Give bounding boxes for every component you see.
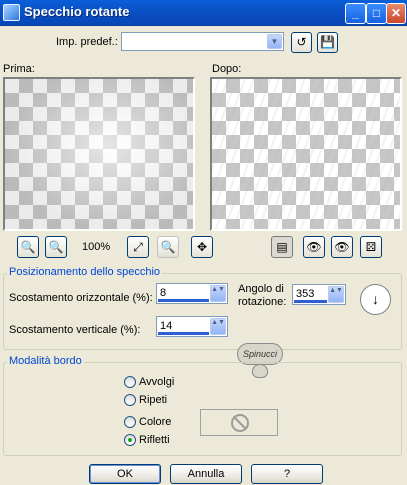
horizontal-offset-value: 8 (160, 287, 167, 299)
pan-button[interactable]: ✥ (191, 236, 213, 258)
locate-button[interactable]: 🔍 (157, 236, 179, 258)
ok-button[interactable]: OK (89, 464, 161, 484)
before-preview[interactable] (3, 77, 195, 231)
rotation-angle-field[interactable]: 353 ▲▼ (292, 284, 346, 305)
reset-preset-button[interactable]: ↺ (291, 32, 312, 53)
edge-group-title: Modalità bordo (7, 355, 84, 367)
vertical-offset-field[interactable]: 14 ▲▼ (156, 316, 228, 337)
radio-wrap[interactable] (124, 376, 136, 389)
before-label: Prima: (3, 63, 35, 75)
dialog-window: Specchio rotante _ □ ✕ Imp. predef.: ▼ ↺… (0, 0, 407, 485)
edge-option-label: Rifletti (139, 434, 170, 446)
after-preview[interactable] (210, 77, 402, 231)
horizontal-offset-label: Scostamento orizzontale (%): (9, 292, 153, 304)
preset-label: Imp. predef.: (56, 36, 118, 48)
zoom-out-button[interactable]: 🔍 (17, 236, 39, 258)
edge-option-label: Colore (139, 416, 172, 428)
zoom-level: 100% (82, 241, 111, 253)
cancel-button[interactable]: Annulla (170, 464, 242, 484)
app-icon (3, 4, 20, 21)
angle-label-line2: rotazione: (238, 296, 287, 308)
rotation-dial[interactable]: ↓ (360, 284, 391, 315)
radio-reflect[interactable] (124, 434, 136, 447)
after-label: Dopo: (212, 63, 242, 75)
window-title: Specchio rotante (24, 4, 130, 19)
horizontal-offset-bar (158, 299, 209, 302)
vertical-offset-value: 14 (160, 320, 173, 332)
preview-eye-button[interactable]: 👁 (303, 236, 325, 258)
save-preset-button[interactable]: 💾 (317, 32, 338, 53)
rotation-angle-bar (294, 300, 327, 303)
radio-repeat[interactable] (124, 394, 136, 407)
horizontal-offset-stepper[interactable]: ▲▼ (210, 285, 226, 302)
edge-option-label: Ripeti (139, 394, 168, 406)
edge-option-repeat[interactable]: Ripeti (124, 394, 168, 407)
radio-color[interactable] (124, 416, 136, 429)
no-color-icon (231, 414, 249, 432)
chevron-down-icon[interactable]: ▼ (267, 34, 282, 49)
close-button[interactable]: ✕ (386, 3, 406, 24)
angle-label-line1: Angolo di (238, 283, 284, 295)
horizontal-offset-field[interactable]: 8 ▲▼ (156, 283, 228, 304)
zoom-in-button[interactable]: 🔍 (45, 236, 67, 258)
overlay-toggle-button[interactable]: ▤ (271, 236, 293, 258)
auto-preview-button[interactable]: 👁 (331, 236, 353, 258)
vertical-offset-stepper[interactable]: ▲▼ (210, 318, 226, 335)
edge-option-reflect[interactable]: Rifletti (124, 434, 170, 447)
maximize-button[interactable]: □ (366, 3, 387, 24)
minimize-button[interactable]: _ (345, 3, 366, 24)
edge-color-swatch[interactable] (200, 409, 278, 436)
fit-view-button[interactable]: ⤢ (127, 236, 149, 258)
edge-option-color[interactable]: Colore (124, 416, 172, 429)
title-bar[interactable]: Specchio rotante _ □ ✕ (0, 0, 407, 26)
edge-option-label: Avvolgi (139, 376, 175, 388)
edge-option-wrap[interactable]: Avvolgi (124, 376, 175, 389)
preset-select[interactable]: ▼ (121, 32, 284, 51)
mirror-group-title: Posizionamento dello specchio (7, 266, 163, 278)
rotation-angle-value: 353 (296, 288, 315, 300)
help-button[interactable]: ? (251, 464, 323, 484)
vertical-offset-label: Scostamento verticale (%): (9, 324, 141, 336)
rotation-angle-stepper[interactable]: ▲▼ (328, 286, 344, 303)
randomize-button[interactable]: ⚄ (360, 236, 382, 258)
vertical-offset-bar (158, 332, 209, 335)
